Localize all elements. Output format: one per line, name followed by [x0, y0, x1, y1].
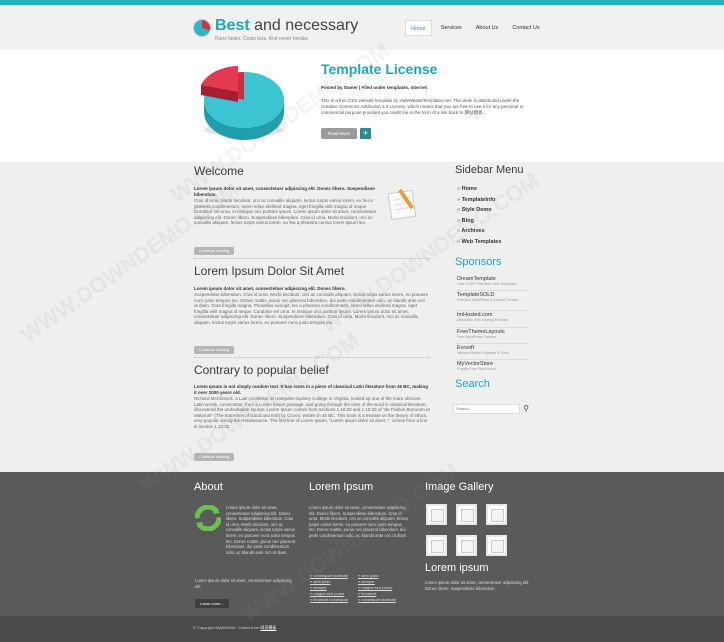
- gallery-thumbnail[interactable]: [456, 504, 477, 525]
- hero-text: This is a free CSS website template by H…: [321, 98, 524, 115]
- sidebar-item-blog[interactable]: Blog: [457, 216, 501, 227]
- notepad-icon: [387, 188, 417, 220]
- sponsor-desc: Website Builder Software & Tools: [457, 351, 509, 355]
- gallery-thumbnail[interactable]: [486, 535, 507, 556]
- divider: [194, 357, 430, 358]
- sponsor-desc: Royalty Free Stock Icons: [457, 367, 496, 371]
- sidebar-item-web-templates[interactable]: Web Templates: [457, 237, 502, 248]
- sidebar-menu-title: Sidebar Menu: [455, 164, 524, 176]
- sponsor-item[interactable]: Evrsoft Website Builder Software & Tools: [457, 345, 509, 355]
- footer-links-right: sem justo semper magna sed purus tincidu…: [358, 573, 395, 603]
- welcome-continue-button[interactable]: Continue reading: [194, 247, 234, 255]
- copyright-text: © Copyright MyWebSite. Collect from: [193, 625, 260, 630]
- divider: [194, 258, 430, 259]
- sidebar-menu: Home TemplateInfo Style Demo Blog Archiv…: [457, 184, 501, 247]
- contrary-lead-text: Lorem Ipsum is not simply random text. I…: [194, 384, 429, 395]
- welcome-body: Cras id urna. Morbi tincidunt, orci ac c…: [194, 198, 377, 226]
- site-tagline: Runs faster. Costs less. And never break…: [215, 36, 308, 42]
- divider: [455, 327, 528, 328]
- footer-gallery-text: Lorem ipsum dolor sit amet, consectetuer…: [425, 580, 530, 591]
- lorem-section-body: Suspendisse bibendum. Cras id urna. Morb…: [194, 292, 429, 325]
- sidebar-item-home[interactable]: Home: [457, 184, 501, 195]
- footer-lorem-text: Lorem ipsum dolor sit amet, consectetuer…: [309, 505, 408, 538]
- welcome-lead-text: Lorem ipsum dolor sit amet, consectetuer…: [194, 186, 375, 197]
- footer-gallery-title: Image Gallery: [425, 481, 494, 493]
- copyright-link[interactable]: 网页模板: [260, 625, 276, 630]
- lorem-section-lead: Lorem ipsum dolor sit amet, consectetuer…: [194, 286, 430, 292]
- site-header: Best and necessary Runs faster. Costs le…: [0, 5, 724, 50]
- sponsor-item[interactable]: DreamTemplate Over 6,000+ Premium Web Tem…: [457, 276, 516, 286]
- divider: [455, 359, 528, 360]
- footer-links-left: consequat molestie sem justo semper magn…: [310, 573, 347, 603]
- pie-chart-image: [201, 66, 284, 140]
- learn-more-button[interactable]: Learn more...: [195, 599, 229, 608]
- footer-about-text2: Lorem ipsum dolor sit amet, consectetuer…: [195, 578, 292, 589]
- footer-about-title: About: [194, 481, 223, 493]
- logo-pie-icon: [193, 19, 211, 37]
- sponsors-title: Sponsors: [455, 256, 502, 268]
- footer-gallery-subtitle: Lorem ipsum: [425, 562, 489, 574]
- welcome-lead: Lorem ipsum dolor sit amet, consectetuer…: [194, 186, 380, 197]
- contrary-title: Contrary to popular belief: [194, 363, 329, 377]
- sidebar-item-archives[interactable]: Archives: [457, 226, 501, 237]
- plus-button[interactable]: +: [360, 128, 371, 139]
- site-title-accent: Best: [215, 17, 250, 34]
- sponsor-item[interactable]: ImHosted.com Affordable Web Hosting Provi…: [457, 312, 508, 322]
- read-more-button[interactable]: Read More: [321, 128, 357, 139]
- nav-about[interactable]: About Us: [471, 20, 504, 36]
- welcome-title: Welcome: [194, 164, 244, 178]
- footer-link[interactable]: consequat molestie: [358, 597, 395, 603]
- contrary-continue-button[interactable]: Continue reading: [194, 453, 234, 461]
- divider: [455, 343, 528, 344]
- gallery-thumbnail[interactable]: [426, 504, 447, 525]
- sidebar-item-templateinfo[interactable]: TemplateInfo: [457, 195, 501, 206]
- sponsor-desc: Over 6,000+ Premium Web Templates: [457, 282, 517, 286]
- search-title: Search: [455, 378, 490, 390]
- sponsor-desc: Affordable Web Hosting Provider: [457, 318, 508, 322]
- sponsor-desc: Free WordPress Themes: [457, 335, 496, 339]
- sponsor-item[interactable]: MyVectorStore Royalty Free Stock Icons: [457, 361, 496, 371]
- gallery-thumbnail[interactable]: [486, 504, 507, 525]
- site-title-rest: and necessary: [249, 17, 359, 34]
- sponsor-item[interactable]: FreeThemeLayouts Free WordPress Themes: [457, 329, 505, 339]
- sponsor-desc: Premium WordPress & Joomla Themes: [457, 298, 519, 302]
- footer-link[interactable]: tincidunt consequat: [310, 597, 347, 603]
- gallery-thumbnail[interactable]: [426, 535, 447, 556]
- contrary-body: Richard McClintock, a Latin professor at…: [194, 396, 430, 429]
- divider: [455, 310, 528, 311]
- hero-meta: Posted by Owner | Filed under templates,…: [321, 85, 428, 90]
- sponsor-item[interactable]: TemplateSOLD Premium WordPress & Joomla T…: [457, 292, 518, 302]
- nav-home[interactable]: Home: [405, 20, 432, 36]
- footer-about-text: Lorem ipsum dolor sit amet, consectetuer…: [226, 505, 296, 555]
- lorem-continue-button[interactable]: Continue reading: [194, 346, 234, 354]
- footer-lorem-title: Lorem Ipsum: [309, 481, 374, 493]
- lorem-section-title: Lorem Ipsum Dolor Sit Amet: [194, 264, 345, 278]
- hero-title: Template License: [321, 61, 438, 77]
- contrary-lead: Lorem Ipsum is not simply random text. I…: [194, 384, 430, 395]
- nav-services[interactable]: Services: [436, 20, 467, 36]
- copyright: © Copyright MyWebSite. Collect from 网页模板: [193, 625, 276, 631]
- lorem-section-lead-text: Lorem ipsum dolor sit amet, consectetuer…: [194, 286, 346, 291]
- bottom-bar: [0, 616, 724, 642]
- divider: [455, 290, 528, 291]
- sidebar-item-style-demo[interactable]: Style Demo: [457, 205, 501, 216]
- search-icon[interactable]: ⚲: [521, 404, 531, 414]
- search-input[interactable]: Search...: [453, 404, 520, 414]
- main-nav: Home Services About Us Contact Us: [405, 20, 545, 36]
- gallery-thumbnail[interactable]: [456, 535, 477, 556]
- site-title[interactable]: Best and necessary: [215, 17, 358, 35]
- recycle-icon: [195, 505, 221, 531]
- nav-contact[interactable]: Contact Us: [507, 20, 544, 36]
